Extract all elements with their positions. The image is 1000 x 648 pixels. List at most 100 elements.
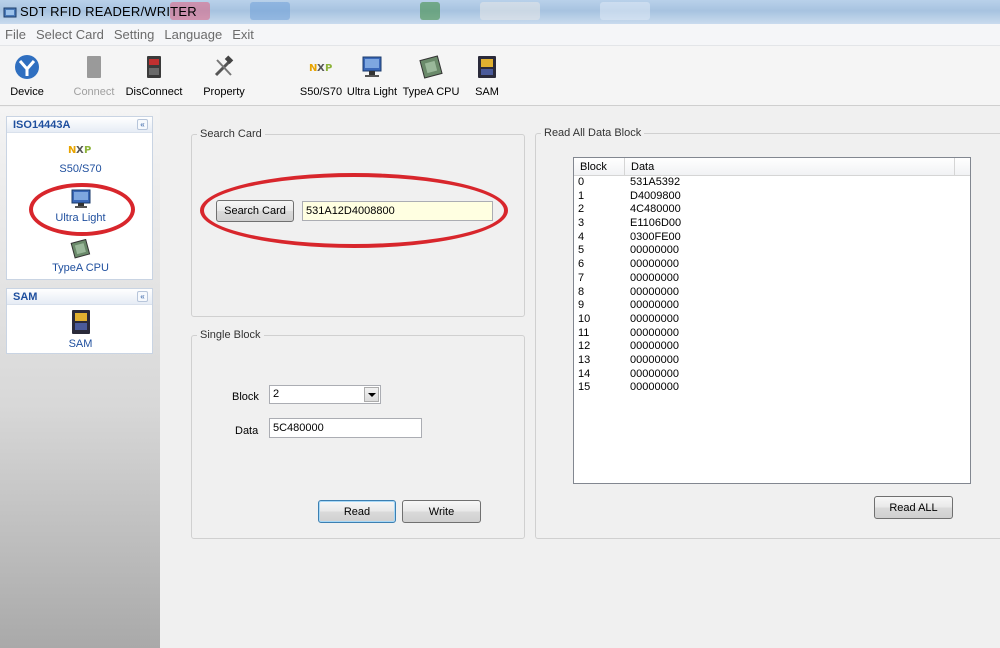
sam-card-icon bbox=[71, 310, 90, 334]
row-data-cell: 00000000 bbox=[630, 381, 679, 394]
collapse-icon[interactable]: « bbox=[137, 291, 148, 302]
iso14443a-group-header[interactable]: ISO14443A « bbox=[7, 117, 152, 133]
block-data-list[interactable]: Block Data 0 531A5392 1 D4009800 2 4C480000 3 E… bbox=[573, 157, 971, 484]
monitor-icon bbox=[362, 56, 382, 77]
menu-language[interactable]: Language bbox=[164, 27, 222, 42]
property-button[interactable]: Property bbox=[200, 54, 248, 98]
sam-card-icon bbox=[478, 56, 496, 78]
card-uid-field[interactable]: 531A12D4008800 bbox=[302, 201, 493, 221]
list-row[interactable]: 4 0300FE00 bbox=[574, 231, 970, 245]
list-body: 0 531A5392 1 D4009800 2 4C480000 3 E1106D00 4 030… bbox=[574, 176, 970, 395]
list-row[interactable]: 3 E1106D00 bbox=[574, 217, 970, 231]
column-header-block[interactable]: Block bbox=[574, 158, 625, 175]
nxp-logo-icon: N X P bbox=[68, 145, 91, 156]
list-row[interactable]: 15 00000000 bbox=[574, 381, 970, 395]
sidebar-item-typea-cpu[interactable]: TypeA CPU bbox=[7, 238, 154, 274]
toolbar: Device Connect DisConnect Property N X P… bbox=[0, 46, 1000, 106]
device-label: Device bbox=[10, 86, 44, 98]
sam-button[interactable]: SAM bbox=[472, 54, 502, 98]
menu-exit[interactable]: Exit bbox=[232, 27, 254, 42]
sidebar-item-s50-s70[interactable]: N X P S50/S70 bbox=[7, 141, 154, 175]
row-block-cell: 13 bbox=[578, 353, 591, 366]
row-data-cell: 00000000 bbox=[630, 312, 679, 325]
background-blur bbox=[250, 2, 290, 20]
app-icon bbox=[3, 7, 17, 18]
typea-cpu-button[interactable]: TypeA CPU bbox=[400, 54, 462, 98]
row-data-cell: 4C480000 bbox=[630, 203, 681, 216]
chevron-down-icon[interactable] bbox=[364, 387, 379, 402]
row-block-cell: 1 bbox=[578, 189, 585, 202]
row-block-cell: 3 bbox=[578, 217, 585, 230]
sam-label: SAM bbox=[475, 86, 499, 98]
disconnect-button[interactable]: DisConnect bbox=[124, 54, 184, 98]
list-row[interactable]: 2 4C480000 bbox=[574, 203, 970, 217]
row-block-cell: 7 bbox=[578, 271, 585, 284]
sam-group-header[interactable]: SAM « bbox=[7, 289, 152, 305]
row-data-cell: 531A5392 bbox=[630, 176, 681, 188]
row-block-cell: 5 bbox=[578, 244, 585, 257]
row-data-cell: 00000000 bbox=[630, 367, 679, 380]
list-row[interactable]: 9 00000000 bbox=[574, 299, 970, 313]
row-data-cell: 00000000 bbox=[630, 340, 679, 353]
search-card-legend: Search Card bbox=[200, 128, 262, 140]
ultralight-button[interactable]: Ultra Light bbox=[346, 54, 398, 98]
row-data-cell: 00000000 bbox=[630, 299, 679, 312]
title-bar: SDT RFID READER/WRITER bbox=[0, 0, 1000, 24]
collapse-icon[interactable]: « bbox=[137, 119, 148, 130]
iso14443a-title: ISO14443A bbox=[13, 119, 71, 131]
row-data-cell: 00000000 bbox=[630, 258, 679, 271]
disconnect-label: DisConnect bbox=[125, 86, 183, 98]
column-header-data[interactable]: Data bbox=[625, 158, 955, 175]
list-row[interactable]: 8 00000000 bbox=[574, 286, 970, 300]
list-header: Block Data bbox=[574, 158, 970, 176]
row-block-cell: 4 bbox=[578, 230, 585, 243]
menu-setting[interactable]: Setting bbox=[114, 27, 154, 42]
list-row[interactable]: 7 00000000 bbox=[574, 272, 970, 286]
list-row[interactable]: 11 00000000 bbox=[574, 327, 970, 341]
row-block-cell: 0 bbox=[578, 176, 585, 188]
s50-s70-button[interactable]: N X P S50/S70 bbox=[298, 54, 344, 98]
menu-bar: File Select Card Setting Language Exit bbox=[0, 24, 1000, 46]
menu-file[interactable]: File bbox=[5, 27, 26, 42]
list-row[interactable]: 10 00000000 bbox=[574, 313, 970, 327]
chip-icon bbox=[419, 55, 443, 79]
list-row[interactable]: 5 00000000 bbox=[574, 244, 970, 258]
background-blur bbox=[480, 2, 540, 20]
row-block-cell: 14 bbox=[578, 367, 591, 380]
block-select-value: 2 bbox=[273, 388, 280, 400]
sam-group: SAM « SAM bbox=[6, 288, 153, 354]
write-button[interactable]: Write bbox=[402, 500, 481, 523]
tools-icon bbox=[214, 55, 234, 77]
property-label: Property bbox=[203, 86, 245, 98]
block-select[interactable]: 2 bbox=[269, 385, 381, 404]
svg-text:X: X bbox=[317, 63, 325, 74]
list-row[interactable]: 6 00000000 bbox=[574, 258, 970, 272]
search-card-button[interactable]: Search Card bbox=[216, 200, 294, 222]
read-all-legend: Read All Data Block bbox=[544, 127, 642, 139]
sidebar-item-sam[interactable]: SAM bbox=[7, 309, 154, 350]
block-label: Block bbox=[232, 391, 259, 403]
row-block-cell: 9 bbox=[578, 299, 585, 312]
single-block-legend: Single Block bbox=[200, 329, 261, 341]
sidebar-item-label: S50/S70 bbox=[59, 163, 102, 175]
read-button[interactable]: Read bbox=[318, 500, 396, 523]
list-row[interactable]: 12 00000000 bbox=[574, 340, 970, 354]
search-card-group: Search Card bbox=[191, 128, 525, 317]
menu-select-card[interactable]: Select Card bbox=[36, 27, 104, 42]
list-row[interactable]: 13 00000000 bbox=[574, 354, 970, 368]
list-row[interactable]: 0 531A5392 bbox=[574, 176, 970, 190]
list-row[interactable]: 14 00000000 bbox=[574, 368, 970, 382]
row-block-cell: 6 bbox=[578, 258, 585, 271]
sidebar-item-label: TypeA CPU bbox=[52, 262, 109, 274]
left-panel: ISO14443A « N X P S50/S70 Ultra Light Ty… bbox=[0, 107, 160, 648]
block-data-field[interactable]: 5C480000 bbox=[269, 418, 422, 438]
typea-cpu-label: TypeA CPU bbox=[402, 86, 460, 98]
row-data-cell: 0300FE00 bbox=[630, 230, 681, 243]
row-data-cell: 00000000 bbox=[630, 326, 679, 339]
row-block-cell: 11 bbox=[578, 326, 590, 339]
connect-button[interactable]: Connect bbox=[72, 54, 116, 98]
read-all-button[interactable]: Read ALL bbox=[874, 496, 953, 519]
sidebar-item-ultralight[interactable]: Ultra Light bbox=[7, 189, 154, 224]
device-button[interactable]: Device bbox=[8, 54, 46, 98]
list-row[interactable]: 1 D4009800 bbox=[574, 190, 970, 204]
